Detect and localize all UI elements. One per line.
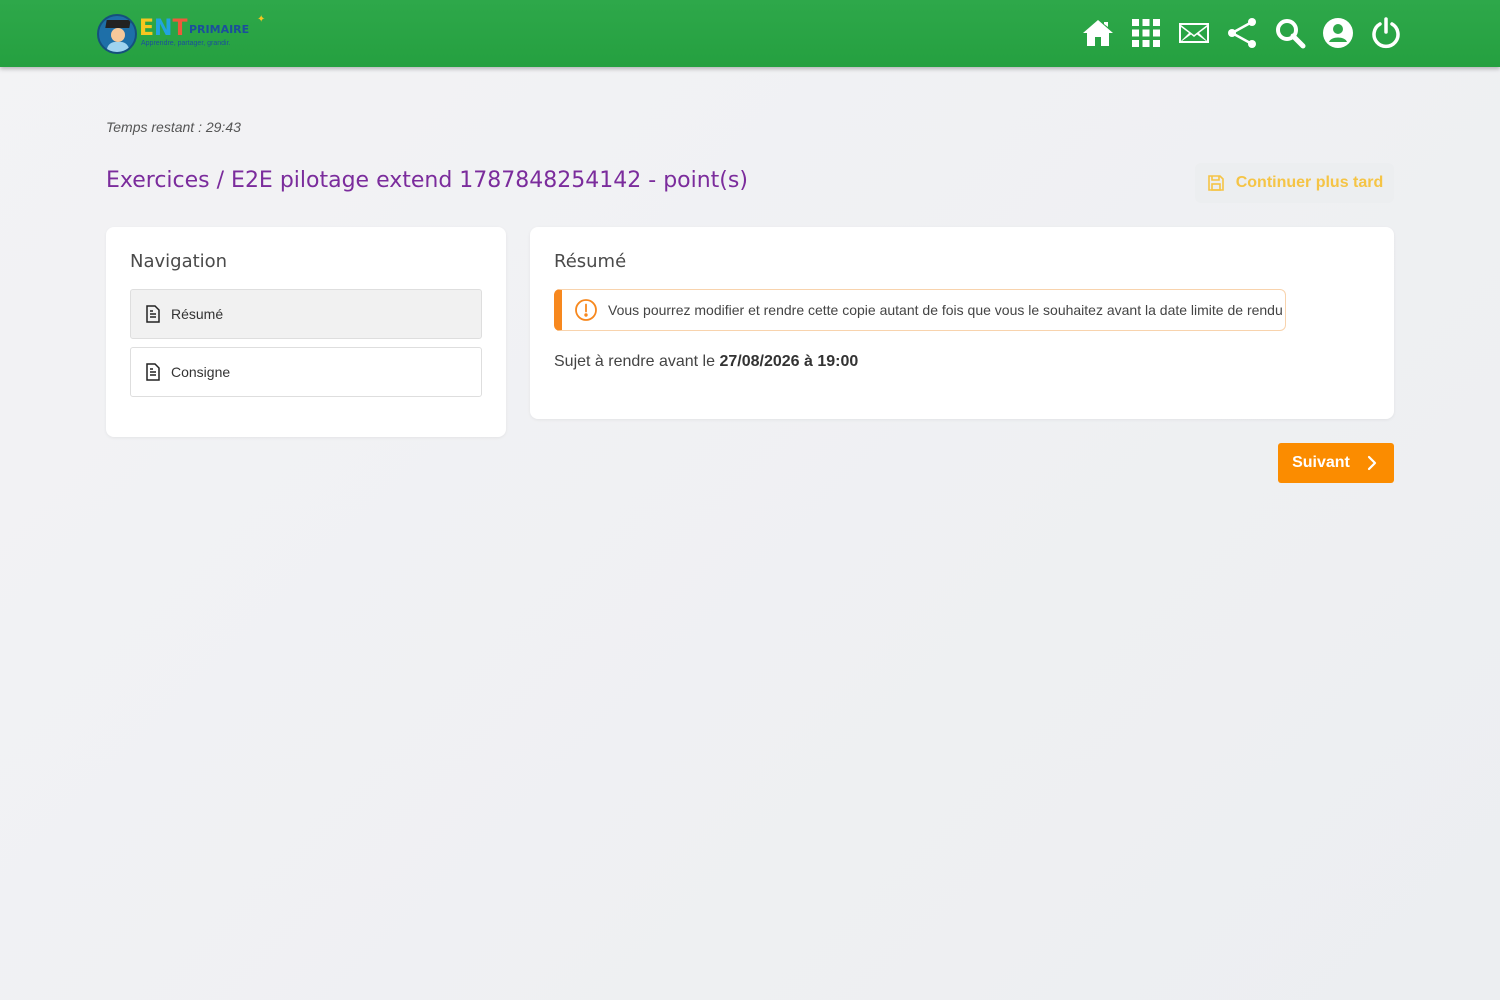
power-icon[interactable] [1370,14,1402,52]
nav-item-label: Consigne [171,364,231,380]
page-title: Exercices / E2E pilotage extend 17878482… [106,168,748,193]
account-icon[interactable] [1322,14,1354,52]
ent-logo[interactable]: ENT PRIMAIRE Apprendre, partager, grandi… [97,14,269,54]
share-icon[interactable] [1226,14,1258,52]
nav-item-resume[interactable]: Résumé [130,289,482,339]
top-bar: ENT PRIMAIRE Apprendre, partager, grandi… [0,0,1500,67]
search-icon[interactable] [1274,14,1306,52]
save-icon [1207,175,1224,191]
header-icons [1082,14,1402,52]
nav-item-label: Résumé [171,306,224,322]
apps-grid-icon[interactable] [1130,14,1162,52]
home-icon[interactable] [1082,14,1114,52]
logo-tagline: Apprendre, partager, grandir. [141,40,231,47]
next-button-label: Suivant [1292,454,1350,471]
deadline-value: 27/08/2026 à 19:00 [719,353,859,370]
continue-later-label: Continuer plus tard [1235,174,1384,191]
document-icon [146,305,160,323]
remaining-time: Temps restant : 29:43 [106,119,241,135]
document-icon [146,363,160,381]
next-button[interactable]: Suivant [1278,443,1394,483]
chevron-right-icon [1367,455,1376,471]
logo-name-suffix: PRIMAIRE [189,23,250,36]
mail-icon[interactable] [1178,14,1210,52]
nav-item-consigne[interactable]: Consigne [130,347,482,397]
deadline-text: Sujet à rendre avant le 27/08/2026 à 19:… [554,353,858,371]
deadline-prefix: Sujet à rendre avant le [554,353,715,370]
logo-name: ENT [139,16,188,41]
logo-avatar-icon [97,14,137,54]
logo-text: ENT PRIMAIRE Apprendre, partager, grandi… [139,14,269,54]
summary-card: Résumé Vous pourrez modifier et rendre c… [530,227,1394,419]
logo-spark-icon: ✦ [257,14,266,25]
alert-text: Vous pourrez modifier et rendre cette co… [608,302,1283,318]
info-alert: Vous pourrez modifier et rendre cette co… [554,289,1286,331]
warning-circle-icon [575,299,597,321]
navigation-card: Navigation Résumé Consigne [106,227,506,437]
continue-later-button[interactable]: Continuer plus tard [1195,163,1394,203]
summary-title: Résumé [554,251,627,272]
navigation-title: Navigation [130,251,228,272]
